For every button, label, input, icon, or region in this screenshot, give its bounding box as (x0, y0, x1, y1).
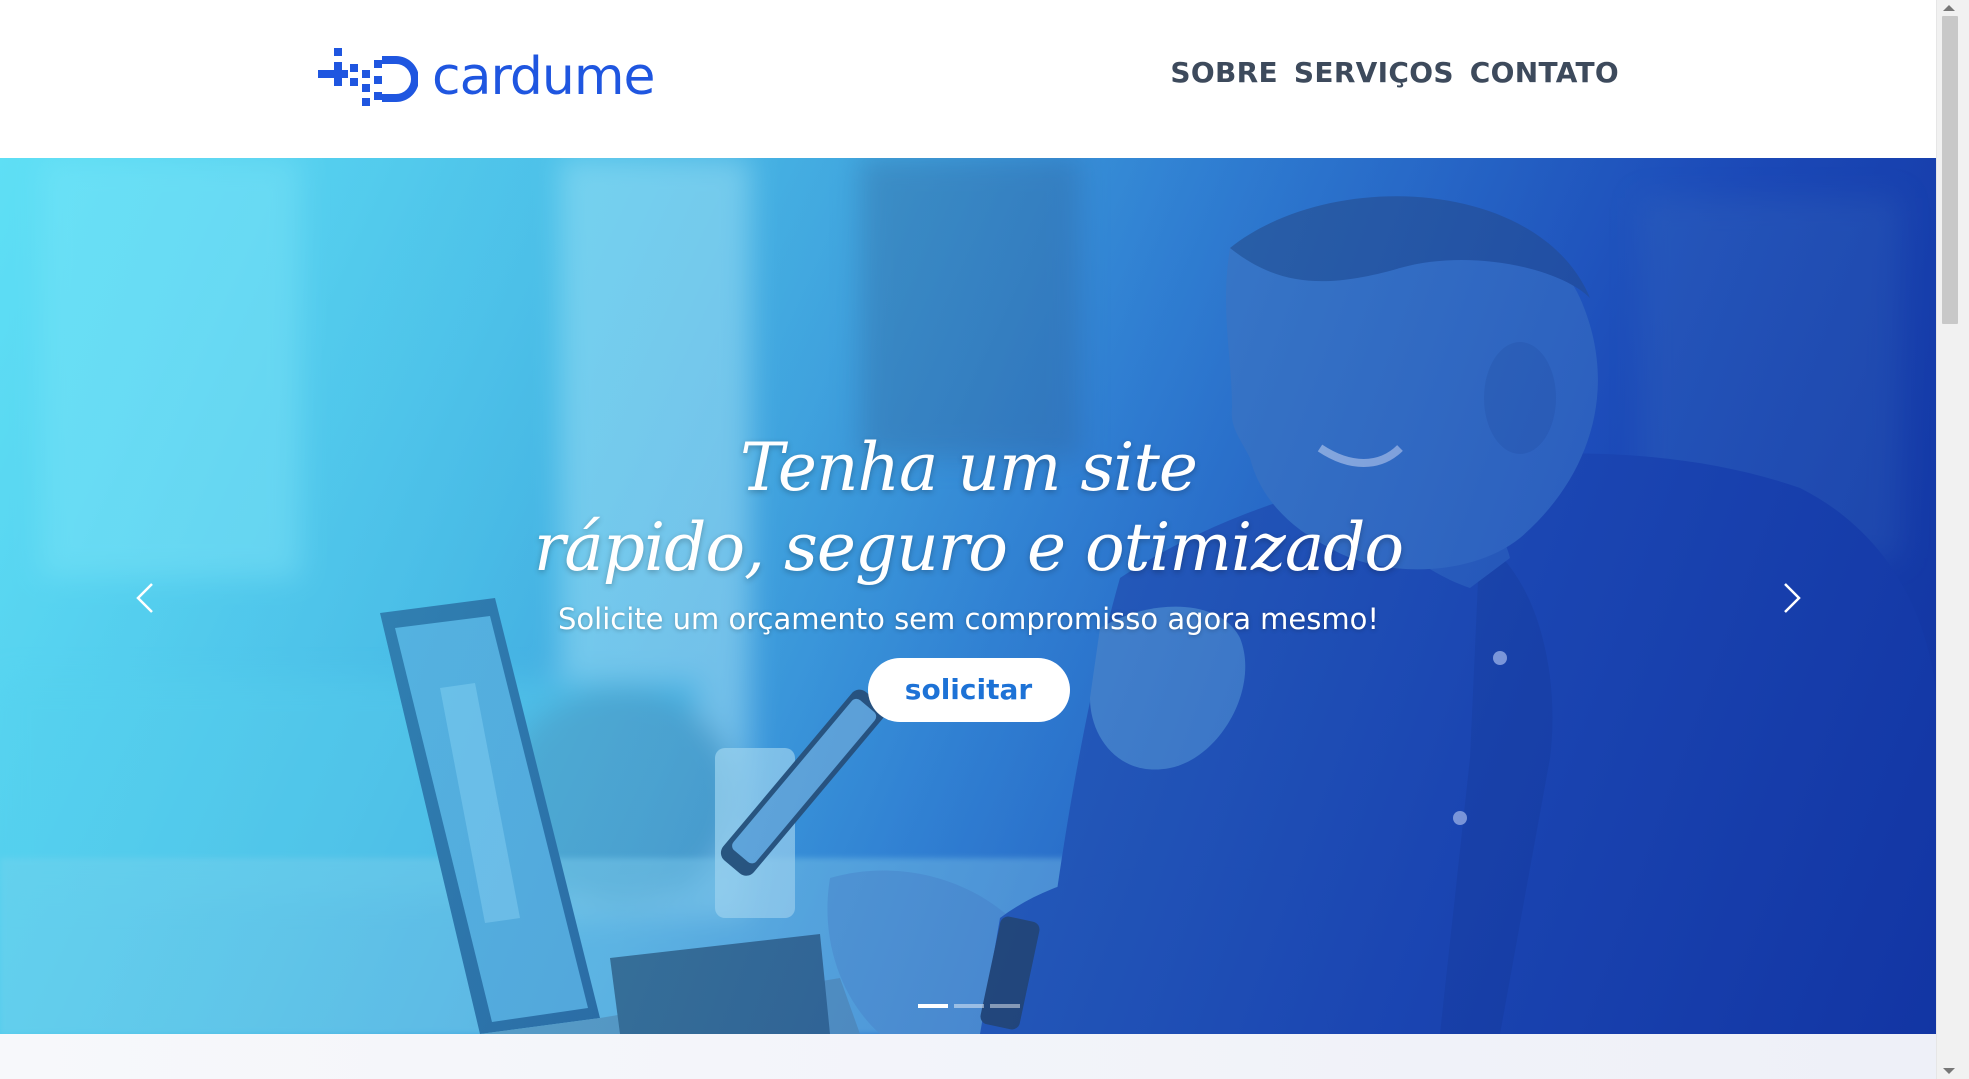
chevron-right-icon (1784, 583, 1801, 613)
carousel-indicator-1[interactable] (917, 1004, 948, 1008)
hero-subtitle: Solicite um orçamento sem compromisso ag… (557, 602, 1380, 636)
carousel-next-button[interactable] (1777, 578, 1807, 618)
hero-content: Tenha um site rápido, seguro e otimizado… (0, 428, 1937, 722)
nav-item-servicos[interactable]: SERVIÇOS (1294, 56, 1454, 89)
hero-carousel: Tenha um site rápido, seguro e otimizado… (0, 158, 1937, 1034)
brand-logo[interactable]: cardume (318, 47, 656, 110)
page-scrollbar[interactable] (1936, 0, 1969, 1079)
brand-name: cardume (432, 47, 656, 107)
nav-item-contato[interactable]: CONTATO (1470, 56, 1619, 89)
carousel-indicator-3[interactable] (989, 1004, 1020, 1008)
nav-item-sobre[interactable]: SOBRE (1170, 56, 1278, 89)
pixel-fish-logo-icon (318, 48, 418, 106)
scroll-up-icon[interactable] (1943, 5, 1955, 11)
solicitar-button[interactable]: solicitar (867, 658, 1070, 722)
main-nav: SOBRE SERVIÇOS CONTATO (1170, 56, 1619, 89)
carousel-indicators (0, 1004, 1937, 1008)
hero-title-line-2: rápido, seguro e otimizado (533, 509, 1404, 586)
scroll-thumb[interactable] (1942, 16, 1958, 324)
hero-title: Tenha um site rápido, seguro e otimizado (0, 428, 1937, 588)
chevron-left-icon (136, 583, 153, 613)
site-header: cardume SOBRE SERVIÇOS CONTATO (0, 0, 1937, 158)
hero-title-line-1: Tenha um site (740, 429, 1198, 506)
carousel-prev-button[interactable] (130, 578, 160, 618)
carousel-indicator-2[interactable] (953, 1004, 984, 1008)
scroll-down-icon[interactable] (1943, 1068, 1955, 1074)
next-section-strip (0, 1034, 1937, 1079)
